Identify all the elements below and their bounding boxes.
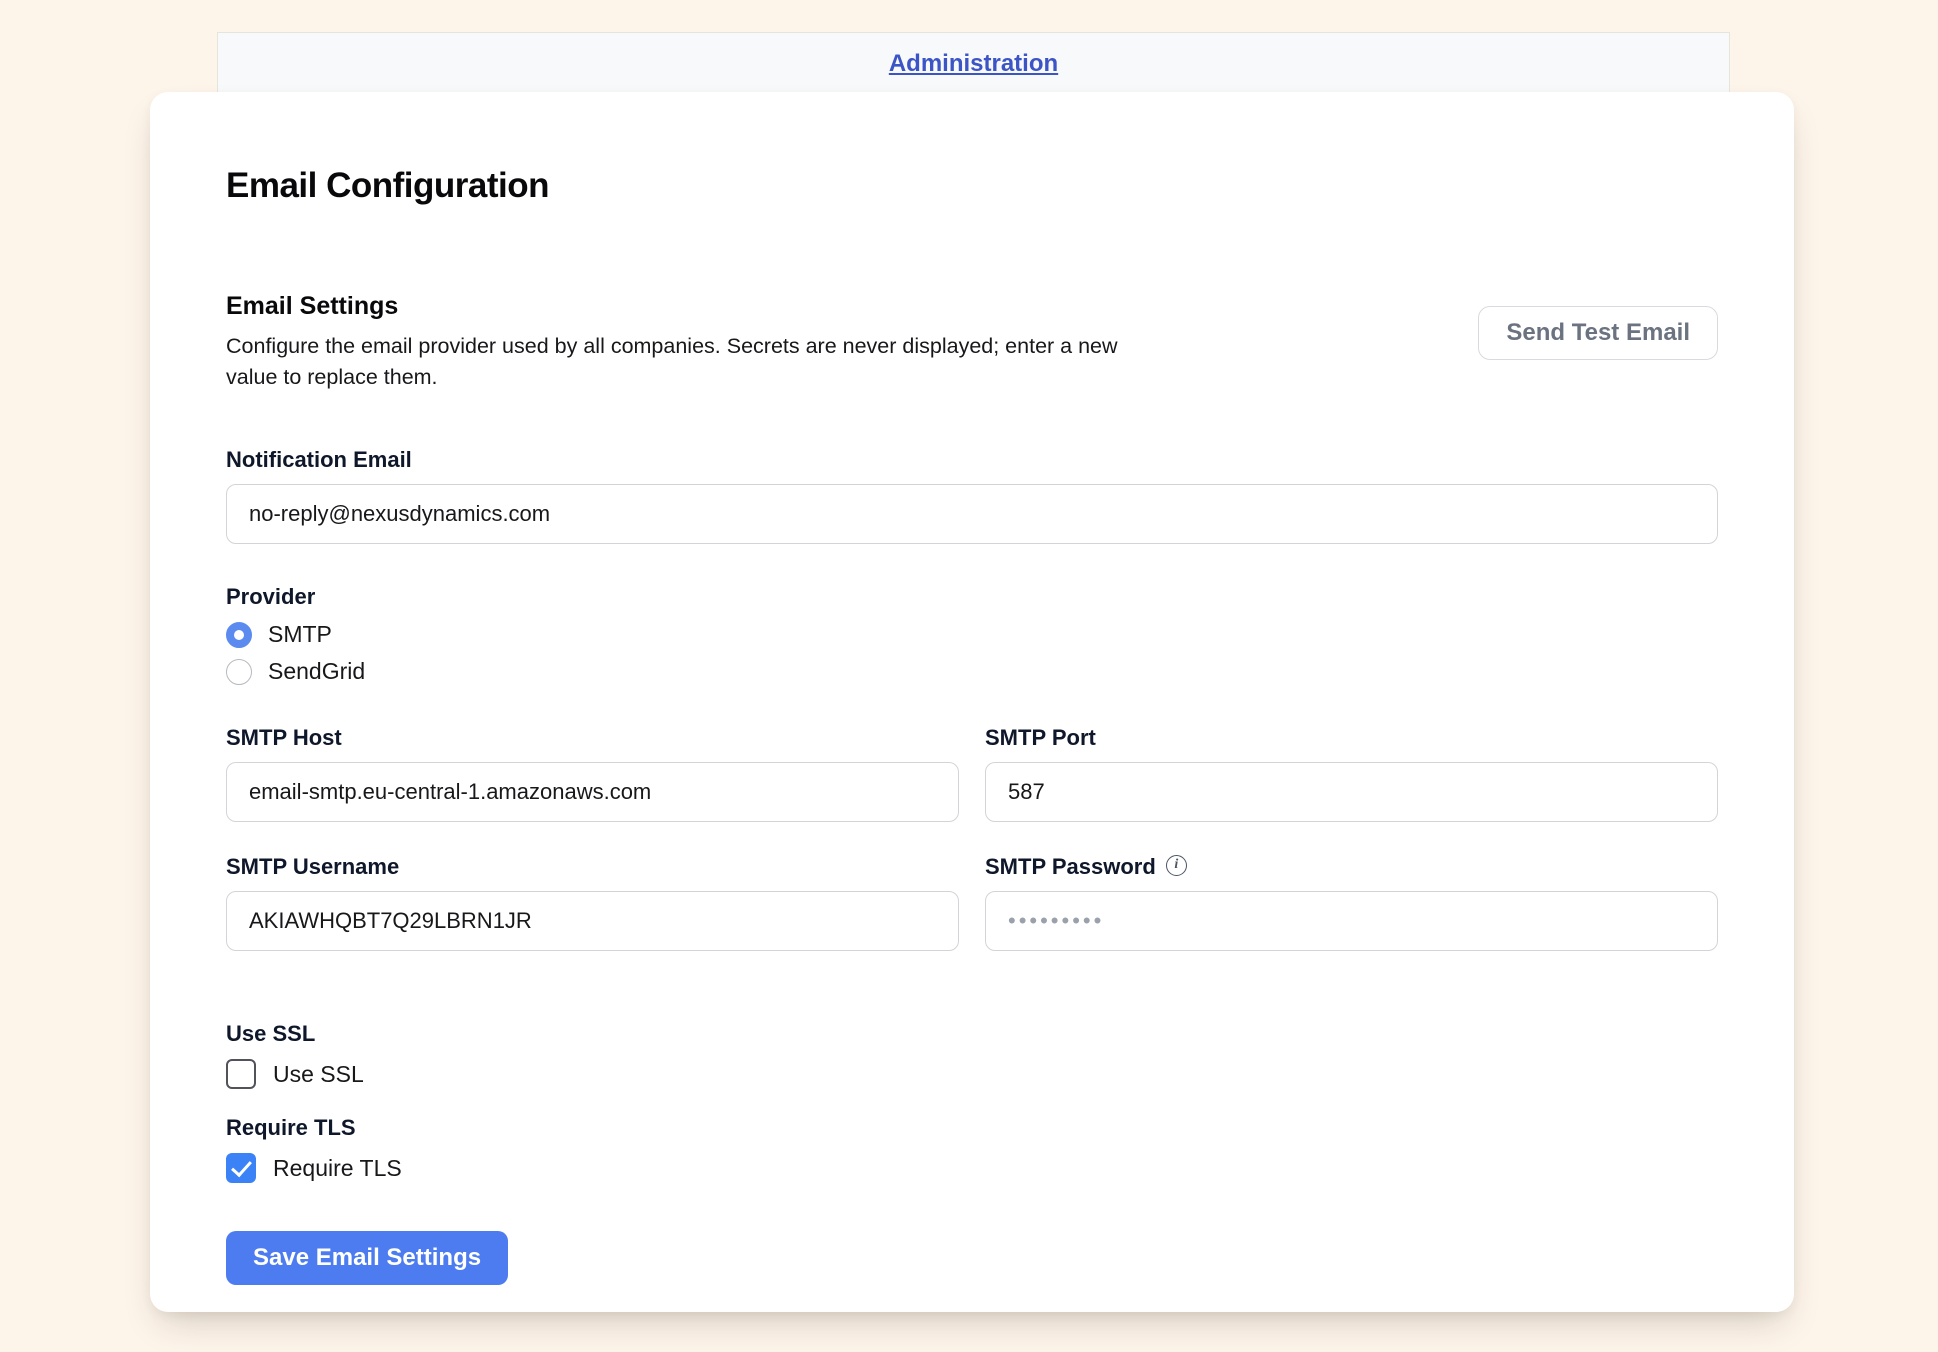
smtp-host-field: SMTP Host [226, 725, 959, 822]
smtp-password-label: SMTP Password [985, 854, 1156, 880]
require-tls-checkbox-label: Require TLS [273, 1155, 402, 1182]
use-ssl-heading: Use SSL [226, 1021, 1718, 1047]
send-test-email-button[interactable]: Send Test Email [1478, 306, 1718, 360]
save-email-settings-button[interactable]: Save Email Settings [226, 1231, 508, 1285]
provider-option-smtp-label: SMTP [268, 621, 332, 648]
section-description: Configure the email provider used by all… [226, 331, 1161, 393]
admin-header-bar: Administration [217, 32, 1730, 94]
smtp-host-label: SMTP Host [226, 725, 959, 751]
smtp-port-field: SMTP Port [985, 725, 1718, 822]
smtp-port-label: SMTP Port [985, 725, 1718, 751]
provider-option-sendgrid[interactable]: SendGrid [226, 658, 365, 685]
use-ssl-checkbox-row[interactable]: Use SSL [226, 1059, 364, 1089]
require-tls-heading: Require TLS [226, 1115, 1718, 1141]
notification-email-label: Notification Email [226, 447, 1718, 473]
smtp-password-field: SMTP Password i [985, 854, 1718, 951]
require-tls-checkbox-row[interactable]: Require TLS [226, 1153, 402, 1183]
email-configuration-card: Email Configuration Email Settings Confi… [150, 92, 1794, 1312]
section-header-text: Email Settings Configure the email provi… [226, 292, 1161, 393]
section-title: Email Settings [226, 292, 1161, 321]
smtp-username-input[interactable] [226, 891, 959, 951]
radio-button-sendgrid[interactable] [226, 659, 252, 685]
use-ssl-checkbox-label: Use SSL [273, 1061, 364, 1088]
provider-option-smtp[interactable]: SMTP [226, 621, 332, 648]
provider-label: Provider [226, 584, 1718, 610]
smtp-password-input[interactable] [985, 891, 1718, 951]
provider-option-sendgrid-label: SendGrid [268, 658, 365, 685]
smtp-username-field: SMTP Username [226, 854, 959, 951]
smtp-port-input[interactable] [985, 762, 1718, 822]
administration-link[interactable]: Administration [889, 50, 1058, 78]
notification-email-field: Notification Email [226, 447, 1718, 544]
use-ssl-checkbox[interactable] [226, 1059, 256, 1089]
require-tls-checkbox[interactable] [226, 1153, 256, 1183]
smtp-fields-grid: SMTP Host SMTP Port SMTP Username SMTP P… [226, 725, 1718, 951]
smtp-username-label: SMTP Username [226, 854, 959, 880]
notification-email-input[interactable] [226, 484, 1718, 544]
page-title: Email Configuration [226, 166, 1718, 206]
radio-button-smtp[interactable] [226, 622, 252, 648]
provider-field: Provider SMTP SendGrid [226, 584, 1718, 685]
info-icon[interactable]: i [1166, 855, 1187, 876]
smtp-password-label-row: SMTP Password i [985, 854, 1718, 880]
email-settings-section-header: Email Settings Configure the email provi… [226, 292, 1718, 393]
smtp-host-input[interactable] [226, 762, 959, 822]
